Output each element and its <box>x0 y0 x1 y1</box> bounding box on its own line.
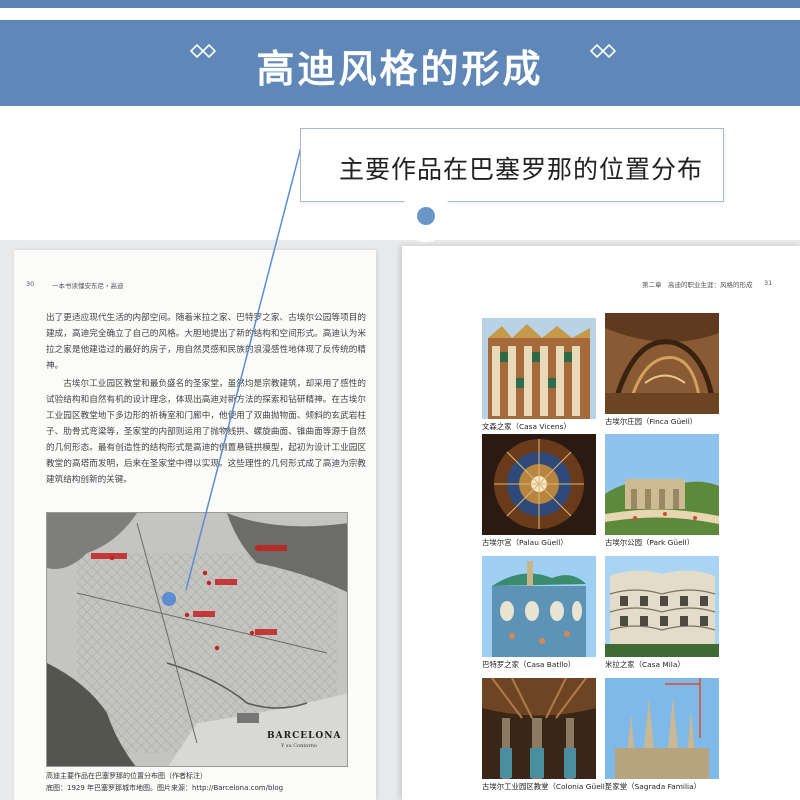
photo-casa-batllo <box>482 556 596 657</box>
title-banner: 高迪风格的形成 <box>0 20 800 106</box>
callout-text: 主要作品在巴塞罗那的位置分布 <box>339 155 704 184</box>
photo-caption: 古埃尔宫（Palau Güell） <box>482 538 568 547</box>
paragraph: 出了更适应现代生活的内部空间。随着米拉之家、巴特罗之家、古埃尔公园等项目的建成，… <box>46 313 366 371</box>
right-page-number: 31 <box>764 279 773 287</box>
photo-palau-guell <box>482 434 596 535</box>
photo-sagrada-familia <box>605 678 719 779</box>
map-caption-source: 底图：1929 年巴塞罗那城市地图。图片来源：http://Barcelona.… <box>46 784 284 792</box>
banner-title: 高迪风格的形成 <box>256 47 544 91</box>
map-illustration <box>47 513 347 766</box>
photo-caption: 米拉之家（Casa Mila） <box>605 660 685 669</box>
diamond-ornament-icon <box>590 44 616 58</box>
callout-box: 主要作品在巴塞罗那的位置分布 <box>300 128 724 202</box>
callout-dot-icon <box>417 207 435 225</box>
photo-caption: 古埃尔庄园（Finca Güell） <box>605 417 698 426</box>
map-caption-line: 高迪主要作品在巴塞罗那的位置分布图（作者标注） <box>46 772 207 780</box>
left-running-head: 一本书读懂安东尼・高迪 <box>52 282 124 290</box>
map-caption: 高迪主要作品在巴塞罗那的位置分布图（作者标注） 底图：1929 年巴塞罗那城市地… <box>46 770 283 794</box>
top-accent-strip <box>0 0 800 8</box>
photo-caption: 圣家堂（Sagrada Familia） <box>605 782 701 791</box>
photo-finca-guell <box>605 313 719 414</box>
barcelona-map: BARCELONA Y su Contorno <box>46 512 348 767</box>
photo-casa-vicens <box>482 318 596 419</box>
right-page: 第二章 高迪的职业生涯：风格的形成 31 文森之家（Casa Vicens） 古… <box>402 246 800 800</box>
photo-caption: 古埃尔公园（Park Güell） <box>605 538 695 547</box>
right-running-head: 第二章 高迪的职业生涯：风格的形成 <box>642 281 753 289</box>
photo-caption: 文森之家（Casa Vicens） <box>482 422 571 431</box>
left-page-number: 30 <box>26 280 35 288</box>
body-text: 出了更适应现代生活的内部空间。随着米拉之家、巴特罗之家、古埃尔公园等项目的建成，… <box>46 310 366 490</box>
photo-park-guell <box>605 434 719 535</box>
left-page: 30 一本书读懂安东尼・高迪 出了更适应现代生活的内部空间。随着米拉之家、巴特罗… <box>14 250 376 800</box>
photo-caption: 巴特罗之家（Casa Batllo） <box>482 660 576 669</box>
photo-colonia-guell <box>482 678 596 779</box>
map-subtitle: Y su Contorno <box>281 743 317 749</box>
map-title: BARCELONA <box>267 731 342 741</box>
paragraph: 古埃尔工业园区教堂和最负盛名的圣家堂，虽然均是宗教建筑，却采用了感性的试验结构和… <box>46 379 366 485</box>
photo-caption: 古埃尔工业园区教堂（Colonia Güell） <box>482 782 613 791</box>
photo-casa-mila <box>605 556 719 657</box>
